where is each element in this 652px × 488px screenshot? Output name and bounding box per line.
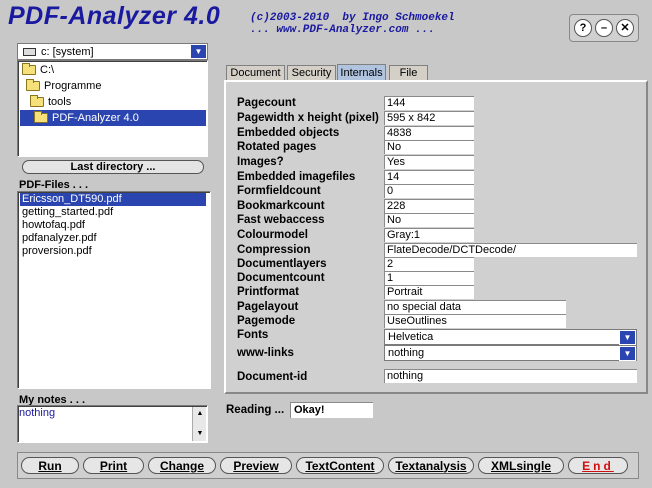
prop-value-embedded-imagefiles: 14	[384, 170, 474, 184]
pdf-files-label: PDF-Files . . .	[19, 179, 89, 191]
prop-label-fonts: Fonts	[237, 329, 269, 341]
prop-value-document-id: nothing	[384, 369, 637, 383]
tab-document[interactable]: Document	[226, 65, 285, 80]
fonts-select[interactable]: Helvetica ▼	[384, 329, 637, 345]
xmlsingle-button[interactable]: XMLsingle	[478, 457, 564, 474]
file-item[interactable]: howtofaq.pdf	[20, 219, 87, 232]
folder-label: tools	[48, 96, 72, 108]
drive-select[interactable]: c: [system] ▼	[17, 43, 208, 60]
prop-label-bookmarkcount: Bookmarkcount	[237, 200, 325, 212]
prop-value-rotated-pages: No	[384, 140, 474, 154]
prop-label-fast-webaccess: Fast webaccess	[237, 214, 325, 226]
prop-value-fast-webaccess: No	[384, 213, 474, 227]
folder-label: C:\	[40, 64, 55, 76]
app-title: PDF-Analyzer 4.0	[8, 2, 221, 30]
drive-select-value: c: [system]	[41, 45, 94, 58]
window-controls: ? – ✕	[569, 14, 639, 42]
folder-label: PDF-Analyzer 4.0	[52, 112, 139, 124]
folder-item-c[interactable]: C:\	[22, 62, 54, 78]
folder-open-icon	[34, 111, 48, 123]
folder-open-icon	[30, 95, 44, 107]
prop-value-embedded-objects: 4838	[384, 126, 474, 140]
folder-item-programme[interactable]: Programme	[26, 78, 101, 94]
tab-security[interactable]: Security	[287, 65, 336, 80]
print-button[interactable]: Print	[83, 457, 144, 474]
prop-value-documentlayers: 2	[384, 257, 474, 271]
tab-file[interactable]: File	[389, 65, 428, 80]
folder-tree[interactable]: C:\ Programme tools PDF-Analyzer 4.0	[17, 60, 208, 157]
prop-label-embedded-imagefiles: Embedded imagefiles	[237, 171, 356, 183]
prop-value-pagemode: UseOutlines	[384, 314, 566, 328]
folder-label: Programme	[44, 80, 102, 92]
prop-label-pagecount: Pagecount	[237, 97, 296, 109]
prop-label-www-links: www-links	[237, 347, 294, 359]
prop-label-documentlayers: Documentlayers	[237, 258, 327, 270]
www-links-select-value: nothing	[388, 347, 425, 359]
copyright-text: (c)2003-2010 by Ingo Schmoekel	[250, 12, 455, 24]
minimize-button[interactable]: –	[595, 19, 613, 37]
www-links-select[interactable]: nothing ▼	[384, 345, 637, 361]
folder-item-tools[interactable]: tools	[30, 94, 71, 110]
website-url[interactable]: ... www.PDF-Analyzer.com ...	[250, 24, 435, 36]
chevron-down-icon[interactable]: ▼	[619, 329, 636, 345]
prop-label-formfieldcount: Formfieldcount	[237, 185, 321, 197]
file-item[interactable]: pdfanalyzer.pdf	[20, 232, 99, 245]
textanalysis-button[interactable]: Textanalysis	[388, 457, 474, 474]
prop-label-printformat: Printformat	[237, 286, 299, 298]
prop-value-colourmodel: Gray:1	[384, 228, 474, 242]
prop-value-compression: FlateDecode/DCTDecode/	[384, 243, 637, 257]
prop-label-compression: Compression	[237, 244, 311, 256]
prop-label-rotated-pages: Rotated pages	[237, 141, 317, 153]
prop-label-pagemode: Pagemode	[237, 315, 296, 327]
preview-button[interactable]: Preview	[220, 457, 292, 474]
last-directory-button[interactable]: Last directory ...	[22, 160, 204, 174]
prop-label-pagesize: Pagewidth x height (pixel)	[237, 112, 379, 124]
reading-status-label: Reading ...	[226, 404, 285, 416]
prop-value-formfieldcount: 0	[384, 184, 474, 198]
notes-text: nothing	[19, 407, 56, 419]
prop-value-printformat: Portrait	[384, 285, 474, 299]
fonts-select-value: Helvetica	[388, 331, 434, 343]
notes-textarea[interactable]: nothing ▲ ▼	[17, 405, 208, 443]
file-item[interactable]: proversion.pdf	[20, 245, 94, 258]
prop-value-pagesize: 595 x 842	[384, 111, 474, 125]
end-button[interactable]: End	[568, 457, 628, 474]
prop-label-images: Images?	[237, 156, 284, 168]
scroll-up-icon[interactable]: ▲	[193, 407, 207, 419]
change-button[interactable]: Change	[148, 457, 216, 474]
prop-value-bookmarkcount: 228	[384, 199, 474, 213]
textcontent-button[interactable]: TextContent	[296, 457, 384, 474]
tab-internals[interactable]: Internals	[337, 64, 386, 80]
prop-label-documentcount: Documentcount	[237, 272, 325, 284]
prop-label-colourmodel: Colourmodel	[237, 229, 308, 241]
scroll-down-icon[interactable]: ▼	[193, 427, 207, 439]
prop-label-pagelayout: Pagelayout	[237, 301, 299, 313]
prop-value-pagelayout: no special data	[384, 300, 566, 314]
reading-status-value: Okay!	[290, 402, 373, 418]
run-button[interactable]: Run	[21, 457, 79, 474]
chevron-down-icon[interactable]: ▼	[190, 44, 207, 59]
prop-value-images: Yes	[384, 155, 474, 169]
help-button[interactable]: ?	[574, 19, 592, 37]
prop-value-pagecount: 144	[384, 96, 474, 110]
close-button[interactable]: ✕	[616, 19, 634, 37]
notes-scrollbar[interactable]: ▲ ▼	[192, 407, 206, 441]
folder-item-pdf-analyzer[interactable]: PDF-Analyzer 4.0	[20, 110, 206, 126]
file-item[interactable]: getting_started.pdf	[20, 206, 115, 219]
drive-icon	[23, 47, 36, 56]
folder-open-icon	[22, 63, 36, 75]
prop-label-document-id: Document-id	[237, 371, 308, 383]
pdf-files-list[interactable]: Ericsson_DT590.pdf getting_started.pdf h…	[17, 191, 211, 389]
chevron-down-icon[interactable]: ▼	[619, 345, 636, 361]
prop-label-embedded-objects: Embedded objects	[237, 127, 340, 139]
file-item[interactable]: Ericsson_DT590.pdf	[20, 193, 206, 206]
prop-value-documentcount: 1	[384, 271, 474, 285]
folder-open-icon	[26, 79, 40, 91]
